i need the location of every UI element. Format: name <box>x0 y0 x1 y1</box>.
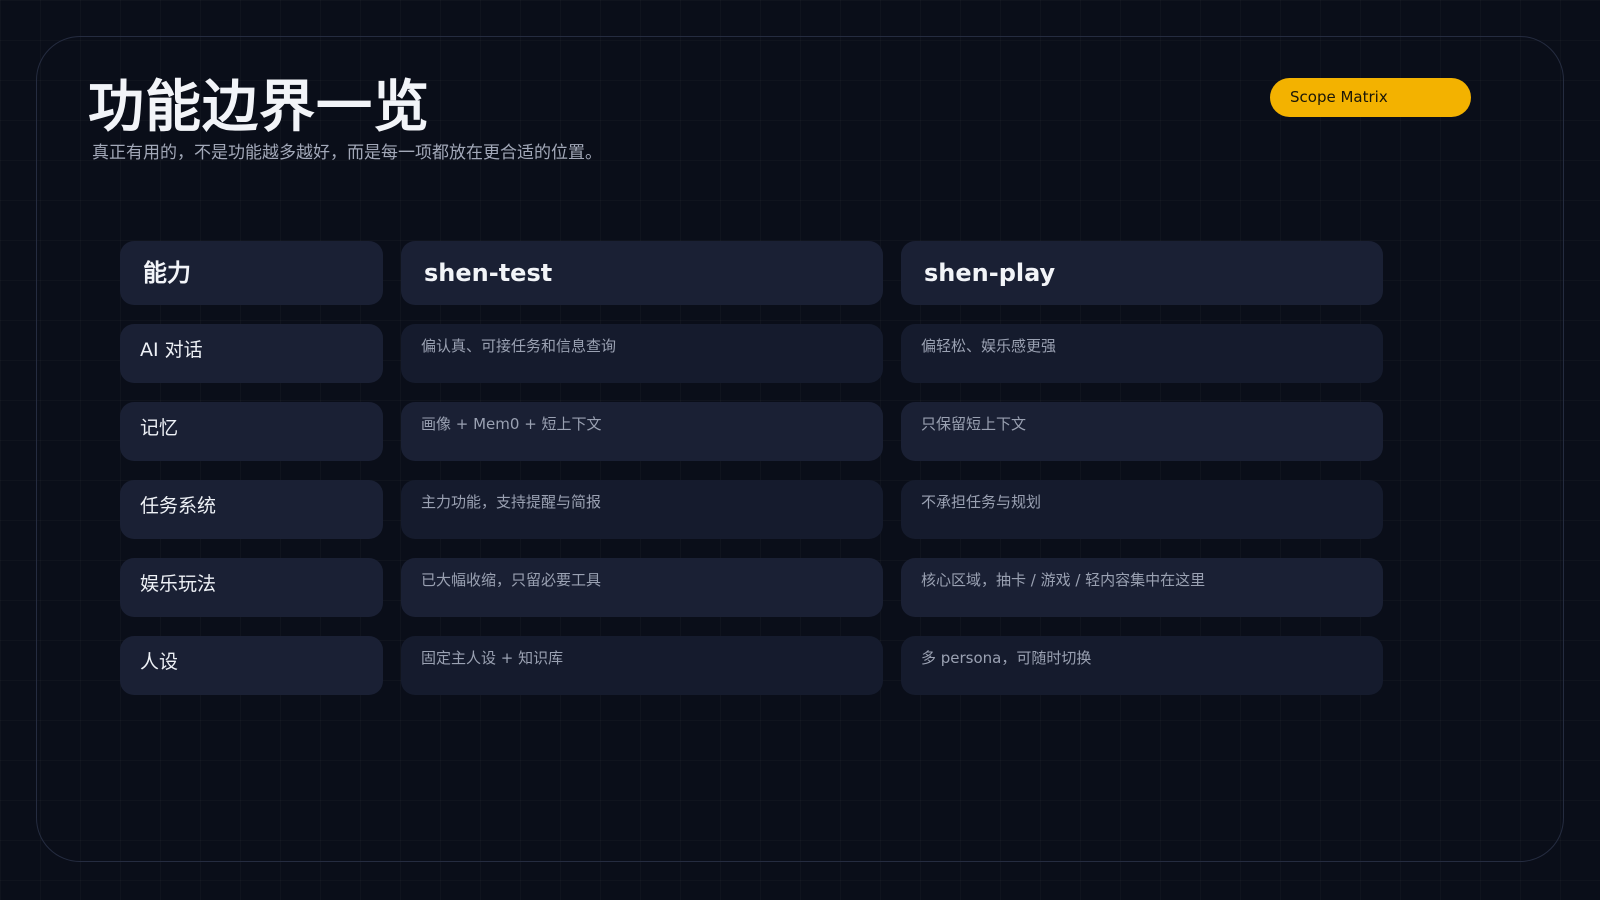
row-shen-test-value: 已大幅收缩，只留必要工具 <box>401 558 883 617</box>
table-row: 任务系统 主力功能，支持提醒与简报 不承担任务与规划 <box>120 480 1383 539</box>
row-shen-test-value: 主力功能，支持提醒与简报 <box>401 480 883 539</box>
table-row: 人设 固定主人设 + 知识库 多 persona，可随时切换 <box>120 636 1383 695</box>
scope-matrix-table: 能力 shen-test shen-play AI 对话 偏认真、可接任务和信息… <box>120 241 1383 714</box>
row-capability: 任务系统 <box>120 480 383 539</box>
scope-matrix-badge: Scope Matrix <box>1270 78 1471 117</box>
row-shen-play-value: 多 persona，可随时切换 <box>901 636 1383 695</box>
table-row: AI 对话 偏认真、可接任务和信息查询 偏轻松、娱乐感更强 <box>120 324 1383 383</box>
table-row: 娱乐玩法 已大幅收缩，只留必要工具 核心区域，抽卡 / 游戏 / 轻内容集中在这… <box>120 558 1383 617</box>
table-row: 记忆 画像 + Mem0 + 短上下文 只保留短上下文 <box>120 402 1383 461</box>
row-shen-test-value: 画像 + Mem0 + 短上下文 <box>401 402 883 461</box>
row-shen-play-value: 不承担任务与规划 <box>901 480 1383 539</box>
row-capability: AI 对话 <box>120 324 383 383</box>
slide: 功能边界一览 真正有用的，不是功能越多越好，而是每一项都放在更合适的位置。 Sc… <box>0 0 1600 900</box>
row-shen-play-value: 核心区域，抽卡 / 游戏 / 轻内容集中在这里 <box>901 558 1383 617</box>
page-subtitle: 真正有用的，不是功能越多越好，而是每一项都放在更合适的位置。 <box>92 143 602 163</box>
row-capability: 人设 <box>120 636 383 695</box>
row-shen-test-value: 固定主人设 + 知识库 <box>401 636 883 695</box>
header-shen-test: shen-test <box>401 241 883 305</box>
row-shen-test-value: 偏认真、可接任务和信息查询 <box>401 324 883 383</box>
header-capability: 能力 <box>120 241 383 305</box>
row-capability: 娱乐玩法 <box>120 558 383 617</box>
header-shen-play: shen-play <box>901 241 1383 305</box>
row-shen-play-value: 只保留短上下文 <box>901 402 1383 461</box>
table-header-row: 能力 shen-test shen-play <box>120 241 1383 305</box>
page-title: 功能边界一览 <box>88 75 430 140</box>
row-capability: 记忆 <box>120 402 383 461</box>
row-shen-play-value: 偏轻松、娱乐感更强 <box>901 324 1383 383</box>
